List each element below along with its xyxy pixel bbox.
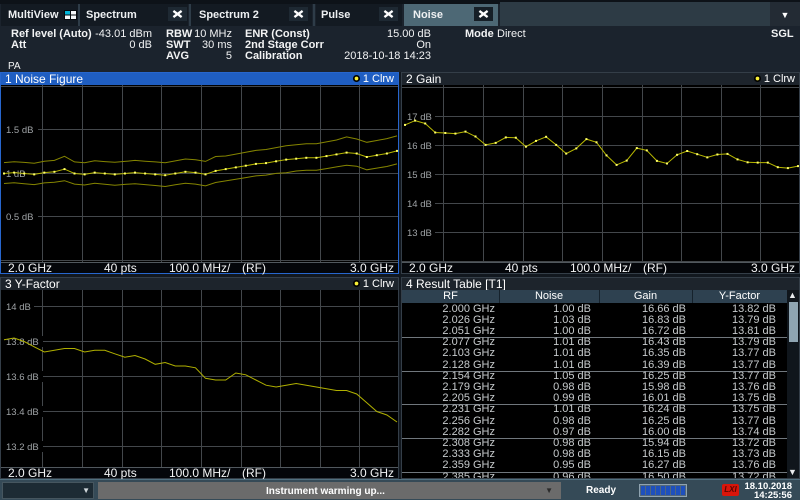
svg-text:1 dB: 1 dB (6, 169, 26, 180)
svg-text:14 dB: 14 dB (407, 199, 432, 210)
svg-text:13 dB: 13 dB (407, 228, 432, 239)
svg-text:0.5 dB: 0.5 dB (6, 212, 33, 223)
svg-text:13.4 dB: 13.4 dB (6, 407, 39, 418)
svg-text:13.6 dB: 13.6 dB (6, 372, 39, 383)
svg-text:15 dB: 15 dB (407, 170, 432, 181)
svg-text:16 dB: 16 dB (407, 141, 432, 152)
svg-text:13.2 dB: 13.2 dB (6, 442, 39, 453)
svg-text:1.5 dB: 1.5 dB (6, 125, 33, 136)
svg-text:14 dB: 14 dB (6, 302, 31, 313)
